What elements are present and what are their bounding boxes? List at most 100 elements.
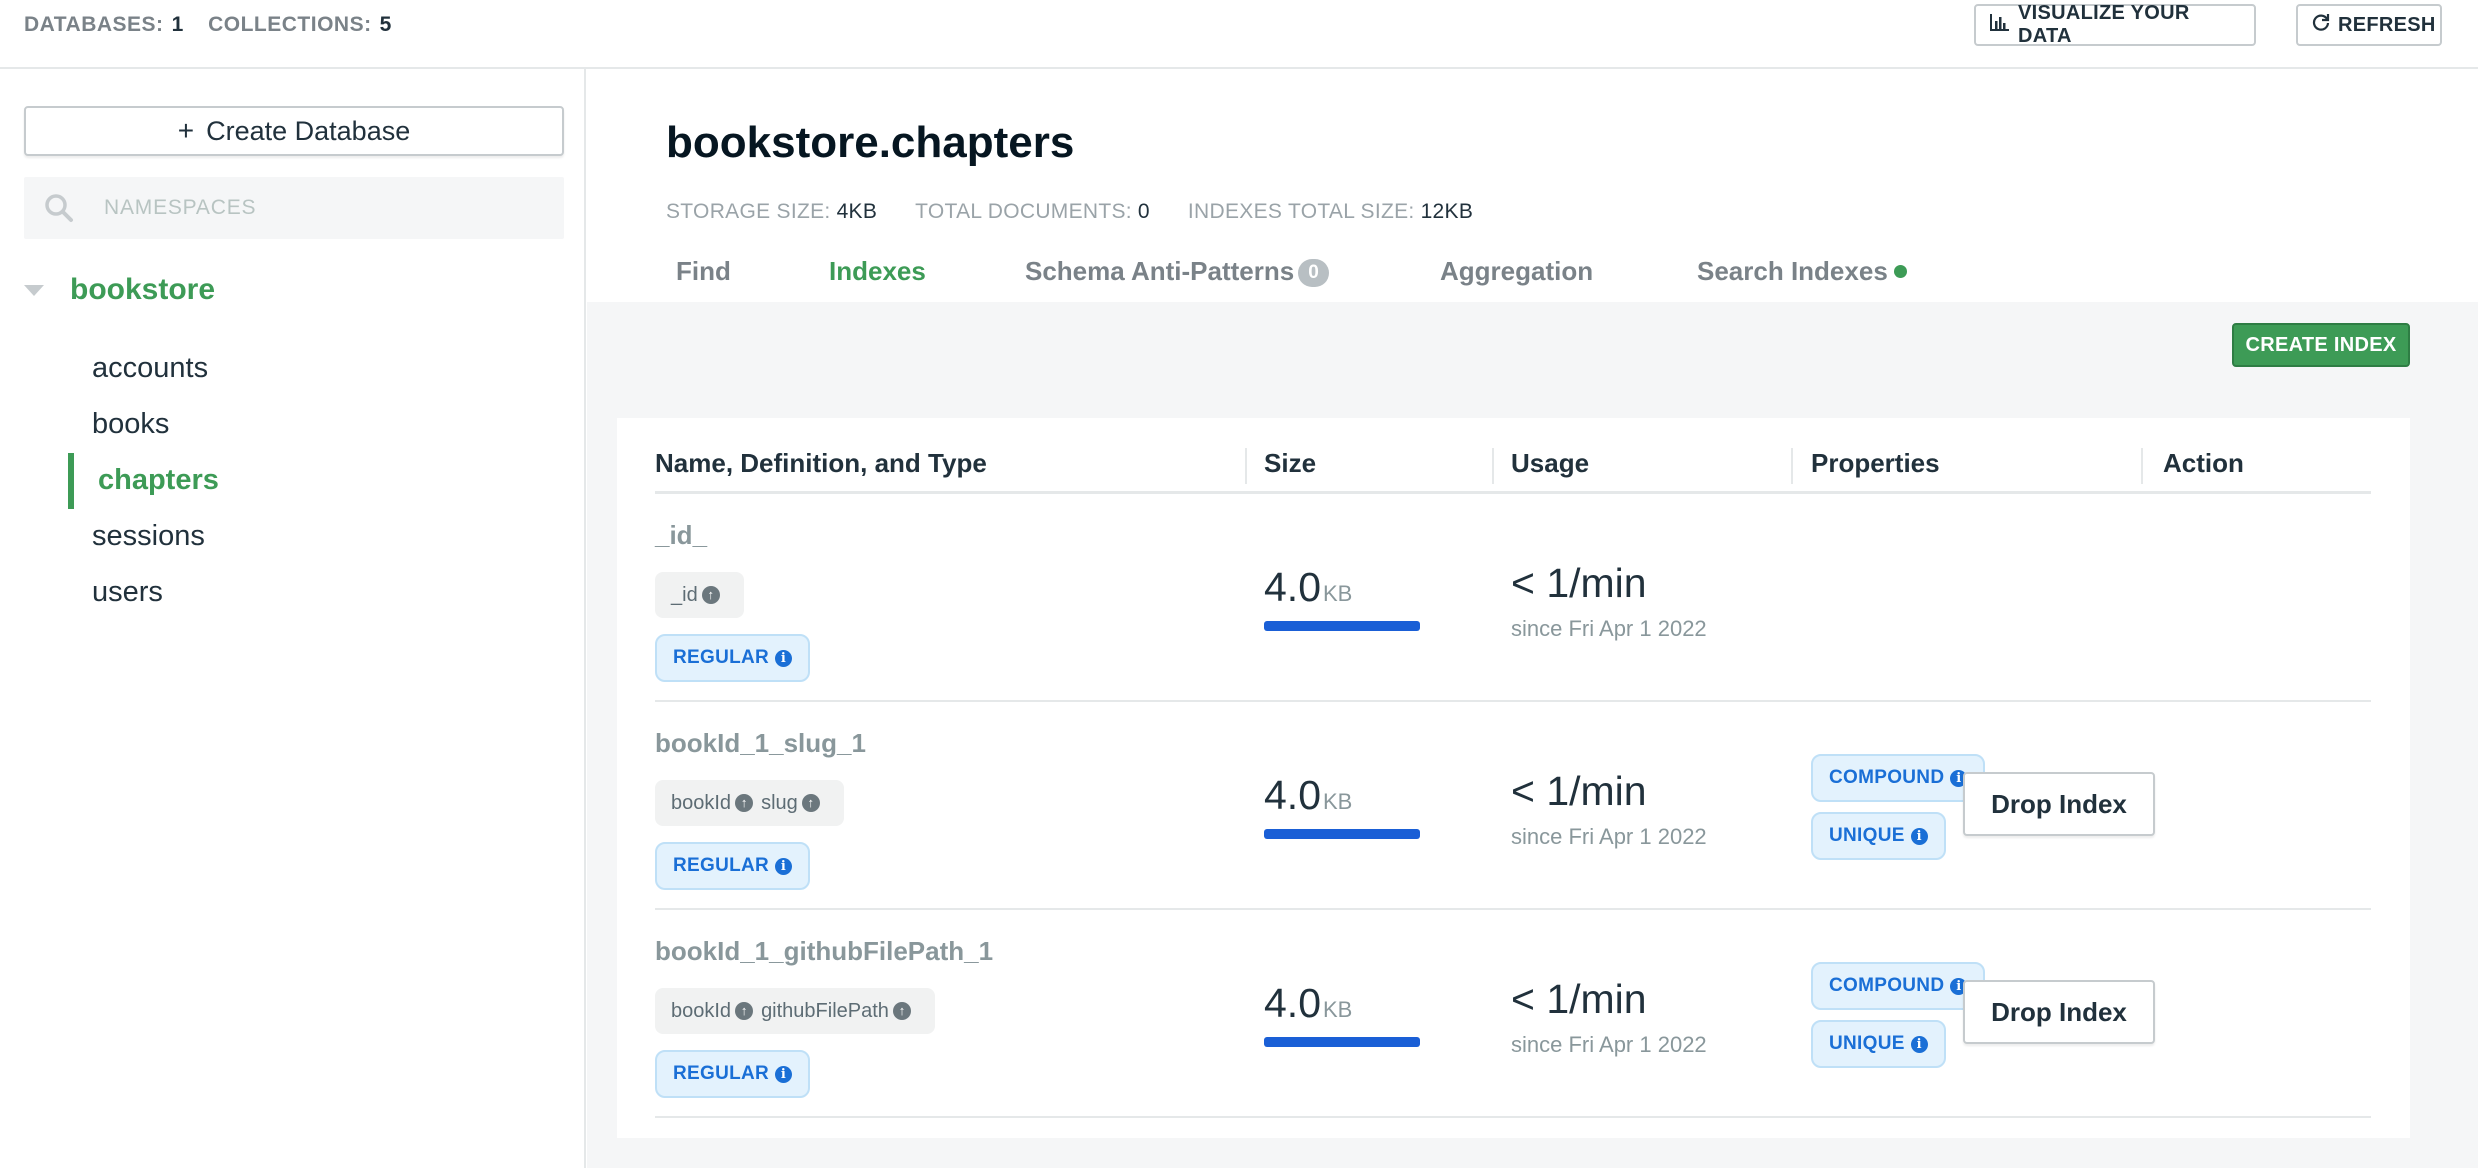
info-icon: i (775, 649, 793, 667)
storage-size-label: STORAGE SIZE: (666, 200, 831, 223)
index-key: githubFilePath (761, 999, 889, 1022)
index-usage: < 1/min (1511, 768, 1647, 814)
index-keys: _id ↑ (655, 572, 744, 618)
index-type-badge[interactable]: REGULAR i (655, 634, 811, 682)
property-label: UNIQUE (1829, 1033, 1905, 1054)
create-database-button[interactable]: + Create Database (24, 106, 564, 156)
column-header-usage[interactable]: Usage (1511, 448, 1589, 479)
index-name: bookId_1_githubFilePath_1 (655, 936, 994, 966)
index-type-label: REGULAR (673, 647, 770, 668)
namespace-search-input[interactable] (104, 196, 544, 220)
indexes-size-label: INDEXES TOTAL SIZE: (1187, 200, 1415, 223)
create-database-label: Create Database (206, 115, 411, 146)
index-size-value: 4.0 (1264, 564, 1321, 610)
index-key: bookId (671, 999, 732, 1022)
create-index-button[interactable]: CREATE INDEX (2232, 323, 2410, 367)
arrow-up-icon: ↑ (892, 1002, 911, 1020)
index-name: _id_ (655, 520, 708, 550)
index-usage: < 1/min (1511, 560, 1647, 606)
total-documents-label: TOTAL DOCUMENTS: (915, 200, 1132, 223)
plus-icon: + (177, 115, 195, 146)
visualize-data-button[interactable]: VISUALIZE YOUR DATA (1974, 2, 2256, 47)
anti-patterns-count-badge: 0 (1298, 259, 1329, 287)
top-bar: DATABASES: 1 COLLECTIONS: 5 VISUALIZE YOUR… (0, 0, 2478, 69)
instance-stats: DATABASES: 1 COLLECTIONS: 5 (24, 13, 410, 37)
table-row: _id_ _id ↑ REGULAR i 4.0KB < 1/min since F… (655, 494, 2371, 702)
index-size-bar (1264, 1037, 1420, 1047)
tab-schema-label: Schema Anti-Patterns (1025, 256, 1295, 286)
column-header-properties[interactable]: Properties (1811, 448, 1940, 479)
drop-index-button[interactable]: Drop Index (1963, 980, 2155, 1044)
column-divider (2141, 448, 2143, 484)
collection-item-chapters[interactable]: chapters (98, 464, 219, 497)
compound-property-badge[interactable]: COMPOUND i (1811, 754, 1986, 802)
storage-size-value: 4KB (836, 200, 878, 223)
bar-chart-icon (1990, 13, 2010, 37)
arrow-up-icon: ↑ (735, 1002, 754, 1020)
caret-down-icon[interactable] (24, 284, 44, 296)
collection-item-books[interactable]: books (92, 408, 169, 441)
info-icon: i (1910, 827, 1928, 845)
total-documents-value: 0 (1137, 200, 1150, 223)
tab-schema-anti-patterns[interactable]: Schema Anti-Patterns 0 (1025, 256, 1329, 287)
index-size-bar (1264, 829, 1420, 839)
column-header-size[interactable]: Size (1264, 448, 1316, 479)
index-size-bar (1264, 621, 1420, 631)
tab-search-indexes-label: Search Indexes (1697, 256, 1888, 286)
databases-count: 1 (171, 13, 184, 36)
column-divider (1492, 448, 1494, 484)
info-icon: i (775, 1065, 793, 1083)
index-size-unit: KB (1323, 997, 1353, 1022)
collection-item-sessions[interactable]: sessions (92, 520, 205, 553)
index-type-badge[interactable]: REGULAR i (655, 842, 811, 890)
index-size: 4.0KB (1264, 980, 1352, 1027)
index-size-unit: KB (1323, 581, 1353, 606)
databases-label: DATABASES: (24, 13, 164, 36)
arrow-up-icon: ↑ (735, 794, 754, 812)
column-header-action[interactable]: Action (2163, 448, 2244, 479)
tab-indexes[interactable]: Indexes (829, 256, 926, 287)
index-size-unit: KB (1323, 789, 1353, 814)
tab-find[interactable]: Find (676, 256, 731, 287)
active-collection-indicator (68, 453, 74, 509)
column-divider (1245, 448, 1247, 484)
collection-item-accounts[interactable]: accounts (92, 352, 208, 385)
tab-aggregation[interactable]: Aggregation (1440, 256, 1593, 287)
tab-search-indexes[interactable]: Search Indexes (1697, 256, 1907, 287)
index-size-value: 4.0 (1264, 772, 1321, 818)
collections-count: 5 (379, 13, 392, 36)
index-keys: bookId ↑ githubFilePath ↑ (655, 988, 935, 1034)
index-key: slug (761, 791, 798, 814)
table-row: bookId_1_githubFilePath_1 bookId ↑ github… (655, 910, 2371, 1118)
database-name: bookstore (70, 273, 216, 306)
arrow-up-icon: ↑ (701, 586, 720, 604)
indexes-size-value: 12KB (1420, 200, 1474, 223)
index-usage-since: since Fri Apr 1 2022 (1511, 1032, 1707, 1057)
unique-property-badge[interactable]: UNIQUE i (1811, 812, 1946, 860)
property-label: COMPOUND (1829, 975, 1945, 996)
database-item-bookstore[interactable]: bookstore (24, 273, 215, 307)
index-keys: bookId ↑ slug ↑ (655, 780, 844, 826)
refresh-button[interactable]: REFRESH (2296, 4, 2442, 46)
index-type-badge[interactable]: REGULAR i (655, 1050, 811, 1098)
search-icon (42, 191, 76, 225)
collection-item-users[interactable]: users (92, 576, 163, 609)
property-label: COMPOUND (1829, 767, 1945, 788)
index-type-label: REGULAR (673, 855, 770, 876)
status-dot-icon (1893, 265, 1907, 278)
unique-property-badge[interactable]: UNIQUE i (1811, 1020, 1946, 1068)
table-row: bookId_1_slug_1 bookId ↑ slug ↑ REGULAR i 4… (655, 702, 2371, 910)
info-icon: i (775, 857, 793, 875)
column-header-name[interactable]: Name, Definition, and Type (655, 448, 987, 479)
namespace-search (24, 177, 564, 239)
index-usage: < 1/min (1511, 976, 1647, 1022)
collection-stats: STORAGE SIZE: 4KB TOTAL DOCUMENTS: 0 INDEXES… (666, 200, 1511, 224)
collections-label: COLLECTIONS: (208, 13, 372, 36)
refresh-icon (2312, 13, 2330, 37)
compound-property-badge[interactable]: COMPOUND i (1811, 962, 1986, 1010)
index-usage-since: since Fri Apr 1 2022 (1511, 616, 1707, 641)
index-usage-since: since Fri Apr 1 2022 (1511, 824, 1707, 849)
index-size-value: 4.0 (1264, 980, 1321, 1026)
index-key: bookId (671, 791, 732, 814)
drop-index-button[interactable]: Drop Index (1963, 772, 2155, 836)
